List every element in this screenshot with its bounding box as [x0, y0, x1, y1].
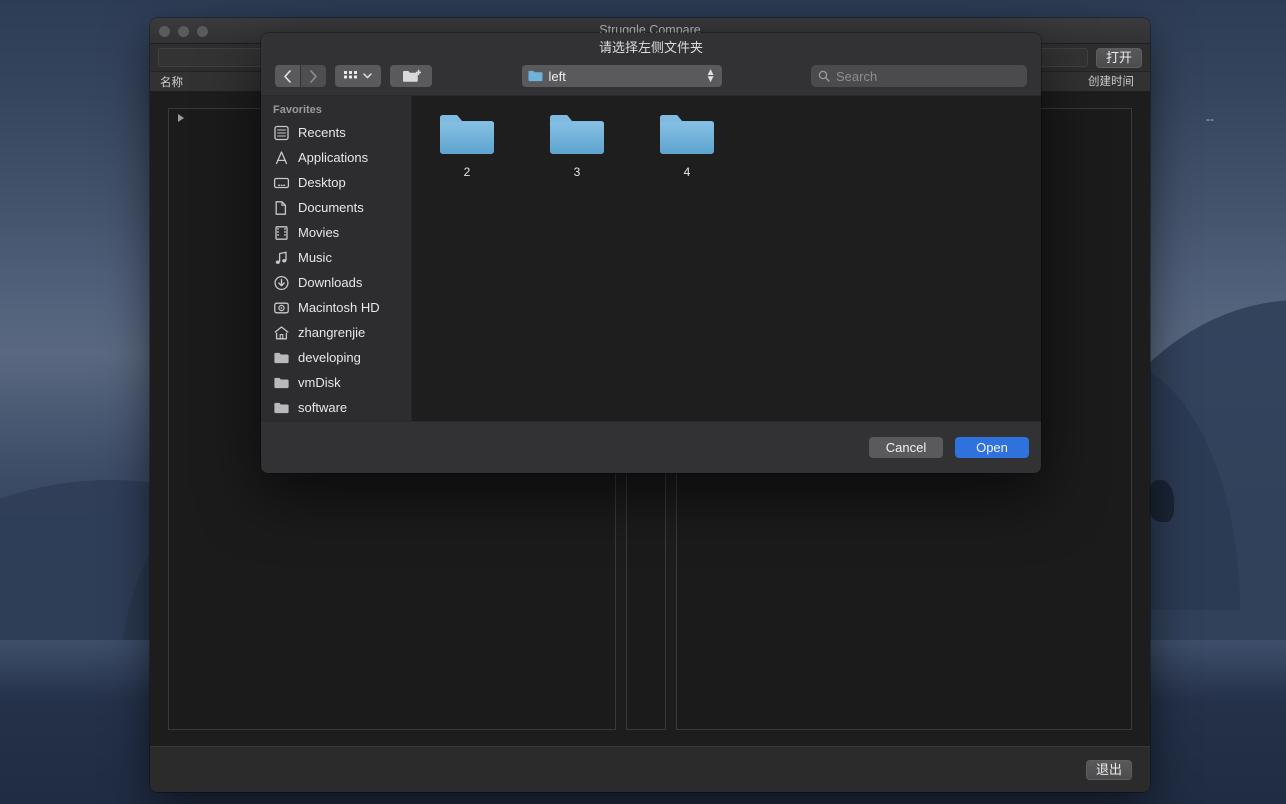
sidebar-item-label: software [298, 400, 348, 415]
dialog-title: 请选择左侧文件夹 [598, 40, 703, 55]
column-header-created[interactable]: 创建时间 [1088, 72, 1134, 92]
folder-icon [274, 402, 289, 413]
table-row[interactable] [168, 114, 184, 122]
file-item[interactable]: 4 [654, 110, 720, 179]
file-label: 3 [573, 165, 581, 179]
sidebar: Favorites Recents Applications Desktop D… [261, 96, 412, 421]
back-button[interactable] [275, 65, 300, 87]
desktop-wallpaper: Struggle Compare 打开 名称 创建时间 退出 -- 请选择左侧文… [0, 0, 1286, 804]
search-icon [818, 70, 830, 82]
dialog-toolbar: left ▲ ▼ Search [261, 57, 1041, 95]
sidebar-item-desktop[interactable]: Desktop [261, 170, 411, 195]
folder-icon [274, 352, 289, 363]
forward-button[interactable] [301, 65, 326, 87]
quit-button[interactable]: 退出 [1085, 759, 1132, 780]
disclosure-triangle-icon[interactable] [178, 114, 184, 122]
path-popup-label: left [548, 68, 566, 84]
sidebar-item-label: zhangrenjie [298, 325, 366, 340]
home-icon [274, 325, 289, 339]
sidebar-item-documents[interactable]: Documents [261, 195, 411, 220]
navigation-buttons [275, 65, 326, 87]
file-item[interactable]: 3 [544, 110, 610, 179]
path-popup-button[interactable]: left ▲ ▼ [521, 65, 722, 87]
wallpaper-rock [1148, 480, 1174, 522]
recents-icon [274, 125, 289, 140]
sidebar-item-macintosh-hd[interactable]: Macintosh HD [261, 295, 411, 320]
open-button[interactable]: Open [955, 437, 1029, 458]
column-header-name[interactable]: 名称 [150, 74, 183, 90]
music-icon [275, 251, 287, 264]
new-folder-button[interactable] [390, 65, 432, 87]
sidebar-item-label: Music [298, 250, 332, 265]
sidebar-item-label: Downloads [298, 275, 363, 290]
search-field[interactable]: Search [811, 65, 1027, 87]
folder-icon [440, 115, 494, 154]
search-placeholder: Search [836, 68, 878, 84]
file-label: 4 [683, 165, 691, 179]
new-folder-icon [402, 69, 421, 82]
folder-icon [550, 115, 604, 154]
desktop-icon [273, 177, 290, 188]
sidebar-item-label: vmDisk [298, 375, 341, 390]
updown-stepper-icon[interactable]: ▲ ▼ [706, 67, 716, 84]
file-label: 2 [463, 165, 471, 179]
sidebar-item-applications[interactable]: Applications [261, 145, 411, 170]
open-button[interactable]: 打开 [1095, 47, 1142, 68]
downloads-icon [274, 275, 289, 290]
folder-icon [528, 70, 542, 82]
sidebar-item-vmdisk[interactable]: vmDisk [261, 370, 411, 395]
file-item[interactable]: 2 [434, 110, 500, 179]
sidebar-item-downloads[interactable]: Downloads [261, 270, 411, 295]
sidebar-item-label: Movies [298, 225, 340, 240]
chevron-right-icon [310, 69, 317, 83]
file-browser: 2 3 4 [412, 96, 1041, 421]
dialog-footer: Cancel Open [261, 421, 1041, 473]
folder-icon [274, 377, 289, 388]
chevron-left-icon [284, 69, 291, 83]
sidebar-item-movies[interactable]: Movies [261, 220, 411, 245]
file-open-dialog: 请选择左侧文件夹 left ▲ ▼ Search Favorites Recen… [261, 33, 1041, 473]
sidebar-item-recents[interactable]: Recents [261, 120, 411, 145]
grid-view-icon [344, 70, 357, 78]
chevron-down-icon [363, 73, 372, 79]
sidebar-item-home[interactable]: zhangrenjie [261, 320, 411, 345]
movies-icon [275, 225, 288, 240]
documents-icon [275, 200, 287, 215]
app-footer: 退出 [150, 746, 1150, 792]
sidebar-item-label: developing [298, 350, 361, 365]
sidebar-item-label: Documents [298, 200, 364, 215]
folder-icon [660, 115, 714, 154]
dialog-main: Favorites Recents Applications Desktop D… [261, 95, 1041, 421]
sidebar-section-header: Favorites [273, 104, 322, 116]
sidebar-item-developing[interactable]: developing [261, 345, 411, 370]
applications-icon [275, 150, 288, 164]
cancel-button[interactable]: Cancel [869, 437, 943, 458]
harddisk-icon [274, 302, 289, 313]
sidebar-item-label: Macintosh HD [298, 300, 380, 315]
view-options-button[interactable] [335, 65, 381, 87]
sidebar-item-label: Recents [298, 125, 346, 140]
sidebar-item-software[interactable]: software [261, 395, 411, 420]
sidebar-item-music[interactable]: Music [261, 245, 411, 270]
sidebar-item-label: Desktop [298, 175, 346, 190]
row-created-value: -- [1206, 112, 1214, 126]
sidebar-item-label: Applications [298, 150, 369, 165]
